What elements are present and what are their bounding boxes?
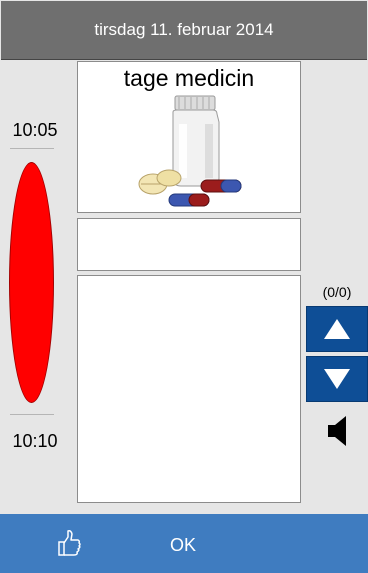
timeline-divider-bottom (10, 414, 54, 415)
start-time: 10:05 (12, 120, 58, 140)
activity-card[interactable]: tage medicin (77, 61, 301, 213)
scroll-down-button[interactable] (306, 356, 368, 402)
date-header: tirsdag 11. februar 2014 (1, 1, 367, 60)
arrow-up-icon (324, 319, 350, 339)
scroll-up-button[interactable] (306, 306, 368, 352)
medicine-pills-icon (138, 95, 242, 207)
date-label: tirsdag 11. februar 2014 (94, 20, 274, 39)
timeline-divider-top (10, 148, 54, 149)
speaker-icon[interactable] (327, 414, 349, 448)
activity-counter: (0/0) (322, 284, 352, 300)
time-remaining-indicator (9, 162, 54, 403)
arrow-down-icon (324, 369, 350, 389)
activity-title: tage medicin (123, 65, 255, 91)
thumbs-up-icon (58, 530, 81, 556)
activity-detail-panel[interactable] (77, 275, 301, 503)
activity-note-panel[interactable] (77, 218, 301, 271)
end-time: 10:10 (12, 431, 58, 451)
ok-label: OK (170, 535, 197, 555)
